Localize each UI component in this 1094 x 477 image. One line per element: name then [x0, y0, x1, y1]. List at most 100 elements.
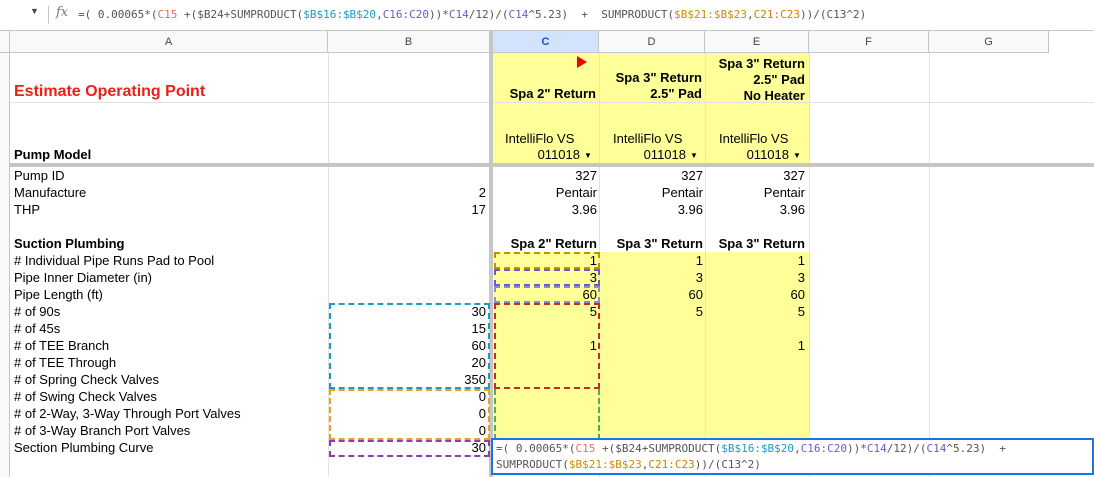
cell-e[interactable]: 327	[705, 168, 805, 184]
formula-token: C14	[508, 8, 529, 21]
row-label[interactable]: Pipe Length (ft)	[14, 287, 103, 303]
cell-c[interactable]: 3.96	[491, 202, 597, 218]
editor-token: ^5.23) +	[946, 442, 1007, 455]
editor-token: =( 0.00065*(	[496, 442, 576, 455]
row-label[interactable]: Manufacture	[14, 185, 86, 201]
column-header-a[interactable]: A	[10, 31, 328, 53]
editor-token: ))*	[847, 442, 867, 455]
cell-d[interactable]: 5	[599, 304, 703, 320]
row-label[interactable]: # of 3-Way Branch Port Valves	[14, 423, 190, 439]
ref-c14-highlight	[494, 269, 600, 286]
pump-model-e-line1[interactable]: IntelliFlo VS	[719, 131, 788, 147]
formula-bar-divider	[48, 6, 49, 24]
cell-e[interactable]: 3.96	[705, 202, 805, 218]
column-header-g[interactable]: G	[929, 31, 1049, 53]
row-label[interactable]: Section Plumbing Curve	[14, 440, 153, 456]
formula-token: ,	[746, 8, 754, 21]
ref-b24-highlight	[329, 440, 490, 457]
row-label[interactable]: Pump ID	[14, 168, 65, 184]
cell-d[interactable]: Pentair	[599, 185, 703, 201]
formula-token: $B$21:$B$23	[674, 8, 747, 21]
dropdown-chevron-icon[interactable]: ▼	[584, 148, 592, 164]
ref-c14b-highlight	[494, 286, 600, 303]
header-d-line2[interactable]: 2.5" Pad	[599, 86, 702, 102]
column-header-e[interactable]: E	[705, 31, 809, 53]
cell-e[interactable]: 3	[705, 270, 805, 286]
pump-model-c-line2[interactable]: 011018	[491, 147, 580, 163]
cell-c[interactable]: Spa 2" Return	[491, 236, 597, 252]
row-label[interactable]: # Individual Pipe Runs Pad to Pool	[14, 253, 214, 269]
editor-token: C14	[926, 442, 947, 455]
formula-token: C21:C23	[753, 8, 800, 21]
cell-c[interactable]: 327	[491, 168, 597, 184]
row-label[interactable]: Pipe Inner Diameter (in)	[14, 270, 152, 286]
row-label[interactable]: Suction Plumbing	[14, 236, 125, 252]
fx-icon: fx	[56, 5, 69, 20]
row-label[interactable]: # of 45s	[14, 321, 60, 337]
cell-d[interactable]: 60	[599, 287, 703, 303]
cell-formula-editor[interactable]: =( 0.00065*(C15 +($B24+SUMPRODUCT($B$16:…	[491, 438, 1094, 475]
sheet-title[interactable]: Estimate Operating Point	[14, 83, 205, 101]
cell-d[interactable]: 3	[599, 270, 703, 286]
pump-model-label[interactable]: Pump Model	[14, 147, 91, 163]
cell-d[interactable]: 327	[599, 168, 703, 184]
pump-model-c-line1[interactable]: IntelliFlo VS	[505, 131, 574, 147]
pump-model-e-line2[interactable]: 011018	[705, 147, 789, 163]
name-box-dropdown-icon[interactable]: ▼	[30, 6, 39, 16]
column-header-f[interactable]: F	[809, 31, 929, 53]
cell-b[interactable]: 17	[328, 202, 486, 218]
editor-token: ,	[794, 442, 801, 455]
row-label[interactable]: # of TEE Branch	[14, 338, 109, 354]
editor-token: C15	[575, 442, 596, 455]
ref-c21-c23-highlight	[494, 389, 600, 440]
select-all-corner[interactable]	[0, 31, 10, 53]
editor-token: C21:C23	[648, 458, 695, 471]
cell-e[interactable]: Pentair	[705, 185, 805, 201]
header-e-line3[interactable]: No Heater	[705, 88, 805, 104]
header-c[interactable]: Spa 2" Return	[491, 86, 596, 102]
formula-token: =( 0.00065*(	[78, 8, 158, 21]
row-label[interactable]: # of TEE Through	[14, 355, 116, 371]
cell-e[interactable]: 1	[705, 253, 805, 269]
row-label[interactable]: THP	[14, 202, 40, 218]
formula-token: ^5.23) + SUMPRODUCT(	[528, 8, 675, 21]
cell-d[interactable]: 3.96	[599, 202, 703, 218]
column-header-b[interactable]: B	[328, 31, 490, 53]
formula-token: ,	[376, 8, 383, 21]
formula-token: ))*	[429, 8, 449, 21]
cell-d[interactable]: 1	[599, 253, 703, 269]
column-header-d[interactable]: D	[599, 31, 705, 53]
formula-input[interactable]: =( 0.00065*(C15 +($B24+SUMPRODUCT($B$16:…	[78, 8, 866, 21]
formula-token: C15	[157, 8, 178, 21]
cell-e[interactable]: 60	[705, 287, 805, 303]
editor-token: ))/(C13^2)	[694, 458, 761, 471]
pump-model-d-line2[interactable]: 011018	[599, 147, 686, 163]
dropdown-chevron-icon[interactable]: ▼	[690, 148, 698, 164]
editor-token: SUMPRODUCT(	[496, 458, 569, 471]
cell-e[interactable]: 1	[705, 338, 805, 354]
header-e-line1[interactable]: Spa 3" Return	[705, 56, 805, 72]
cell-d[interactable]: Spa 3" Return	[599, 236, 703, 252]
formula-token: C14	[448, 8, 469, 21]
row-header-strip[interactable]	[0, 53, 10, 477]
ref-b21-b23-highlight	[329, 389, 490, 440]
row-label[interactable]: # of 90s	[14, 304, 60, 320]
ref-c16-c20-highlight	[494, 303, 600, 389]
header-e-line2[interactable]: 2.5" Pad	[705, 72, 805, 88]
pump-model-d-line1[interactable]: IntelliFlo VS	[613, 131, 682, 147]
ref-c13-highlight	[494, 252, 600, 269]
row-label[interactable]: # of Swing Check Valves	[14, 389, 157, 405]
cell-e[interactable]: Spa 3" Return	[705, 236, 805, 252]
row-label[interactable]: # of Spring Check Valves	[14, 372, 159, 388]
editor-token: $B$21:$B$23	[568, 458, 642, 471]
header-d-line1[interactable]: Spa 3" Return	[599, 70, 702, 86]
comment-flag-icon[interactable]	[577, 56, 587, 68]
dropdown-chevron-icon[interactable]: ▼	[793, 148, 801, 164]
column-header-c[interactable]: C	[493, 31, 599, 53]
cell-e[interactable]: 5	[705, 304, 805, 320]
frozen-row-divider[interactable]	[10, 163, 1094, 167]
cell-b[interactable]: 2	[328, 185, 486, 201]
row-label[interactable]: # of 2-Way, 3-Way Through Port Valves	[14, 406, 241, 422]
cell-c[interactable]: Pentair	[491, 185, 597, 201]
formula-token: C16:C20	[382, 8, 430, 21]
